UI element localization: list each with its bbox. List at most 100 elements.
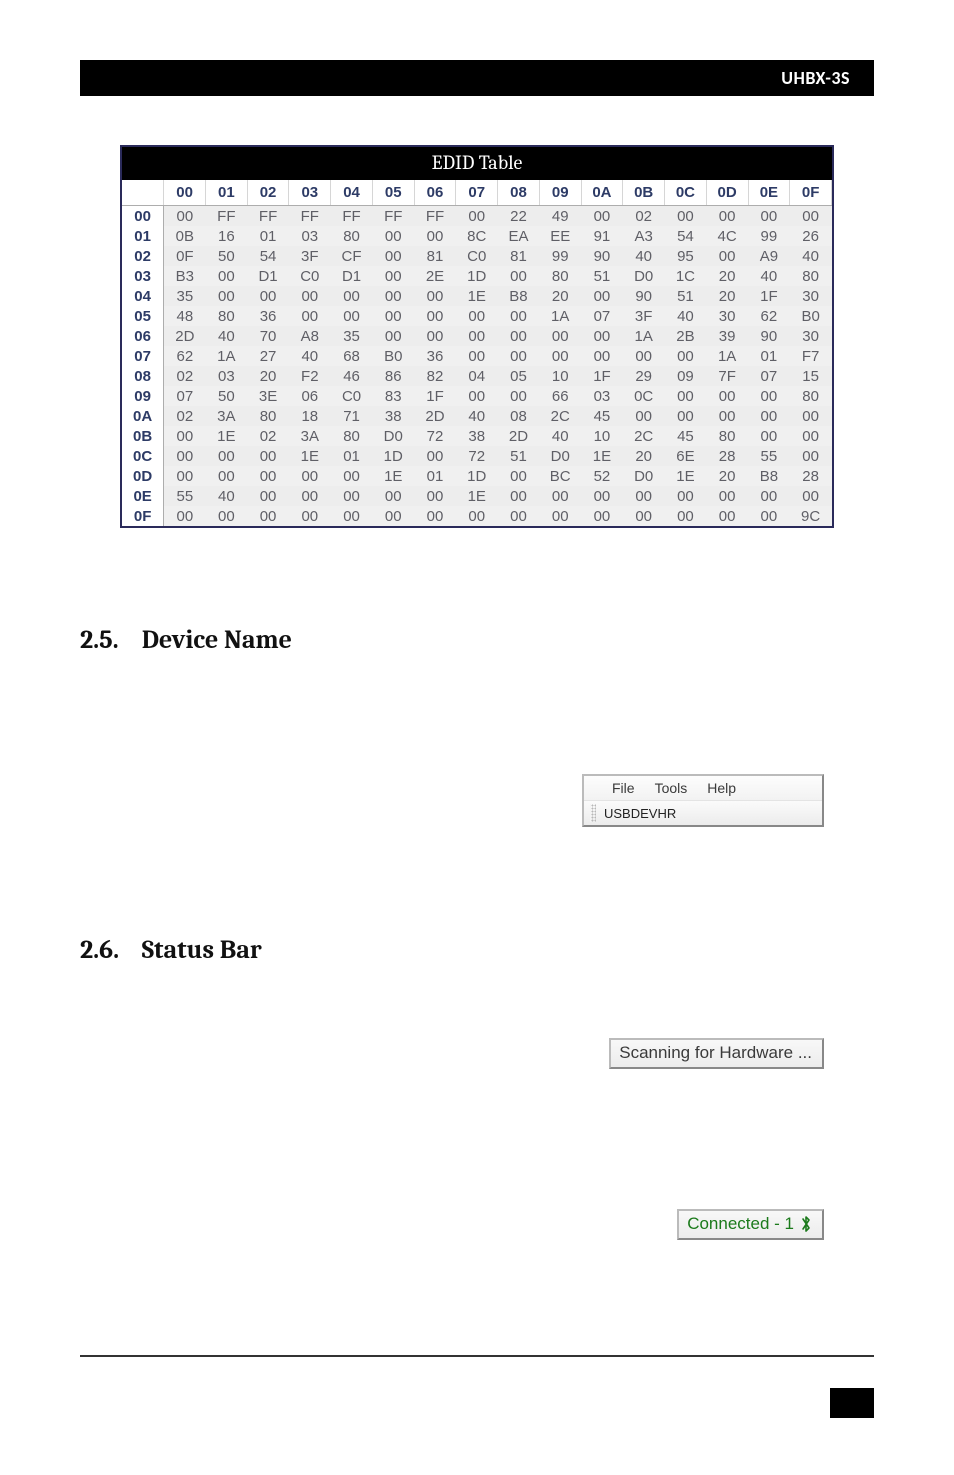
edid-cell: 35 [164, 286, 206, 306]
edid-cell: 16 [205, 226, 247, 246]
edid-cell: 00 [790, 426, 832, 446]
edid-cell: 00 [581, 206, 623, 227]
edid-cell: C0 [331, 386, 373, 406]
edid-cell: 40 [456, 406, 498, 426]
edid-cell: 95 [665, 246, 707, 266]
edid-cell: 0B [164, 226, 206, 246]
edid-col-header: 09 [539, 180, 581, 206]
edid-cell: 68 [331, 346, 373, 366]
menu-help[interactable]: Help [697, 780, 746, 796]
edid-cell: 99 [539, 246, 581, 266]
edid-cell: 00 [706, 406, 748, 426]
edid-cell: 0C [623, 386, 665, 406]
edid-cell: 09 [665, 366, 707, 386]
edid-cell: 51 [581, 266, 623, 286]
edid-row-header: 08 [122, 366, 164, 386]
edid-col-header: 00 [164, 180, 206, 206]
edid-cell: 51 [498, 446, 540, 466]
edid-cell: 62 [164, 346, 206, 366]
edid-cell: 00 [581, 486, 623, 506]
edid-row-header: 06 [122, 326, 164, 346]
edid-cell: 30 [790, 326, 832, 346]
edid-row-header: 05 [122, 306, 164, 326]
edid-cell: F7 [790, 346, 832, 366]
edid-cell: 80 [205, 306, 247, 326]
edid-col-header: 06 [414, 180, 456, 206]
edid-cell: 3A [289, 426, 331, 446]
edid-cell: 1A [205, 346, 247, 366]
edid-cell: 00 [498, 306, 540, 326]
edid-cell: 81 [414, 246, 456, 266]
edid-cell: 99 [748, 226, 790, 246]
edid-cell: 00 [748, 386, 790, 406]
edid-cell: 00 [498, 346, 540, 366]
menu-file[interactable]: File [602, 780, 645, 796]
edid-cell: 00 [790, 486, 832, 506]
menu-tools[interactable]: Tools [645, 780, 698, 796]
edid-cell: 00 [748, 426, 790, 446]
edid-cell: 2D [414, 406, 456, 426]
edid-cell: A8 [289, 326, 331, 346]
edid-cell: 00 [289, 306, 331, 326]
edid-cell: 9C [790, 506, 832, 526]
edid-cell: 81 [498, 246, 540, 266]
edid-cell: 3A [205, 406, 247, 426]
edid-cell: 15 [790, 366, 832, 386]
edid-cell: 05 [498, 366, 540, 386]
edid-col-header: 08 [498, 180, 540, 206]
edid-row-header: 0B [122, 426, 164, 446]
status-bar-scanning: Scanning for Hardware ... [609, 1038, 824, 1069]
table-row: 010B1601038000008CEAEE91A3544C9926 [122, 226, 832, 246]
edid-cell: 00 [247, 446, 289, 466]
edid-cell: 80 [539, 266, 581, 286]
edid-cell: 00 [665, 486, 707, 506]
edid-cell: 20 [539, 286, 581, 306]
edid-cell: 30 [790, 286, 832, 306]
edid-cell: 00 [289, 506, 331, 526]
edid-cell: 00 [539, 486, 581, 506]
table-row: 0D00000000001E011D00BC52D01E20B828 [122, 466, 832, 486]
edid-cell: 20 [247, 366, 289, 386]
edid-cell: 48 [164, 306, 206, 326]
edid-cell: 0F [164, 246, 206, 266]
edid-cell: 4C [706, 226, 748, 246]
edid-cell: 00 [706, 486, 748, 506]
edid-cell: 55 [164, 486, 206, 506]
edid-cell: 00 [456, 506, 498, 526]
table-row: 04350000000000001EB820009051201F30 [122, 286, 832, 306]
edid-cell: 00 [665, 406, 707, 426]
edid-cell: CF [331, 246, 373, 266]
edid-cell: 04 [456, 366, 498, 386]
edid-cell: 00 [665, 506, 707, 526]
edid-cell: 45 [581, 406, 623, 426]
edid-cell: 07 [164, 386, 206, 406]
edid-cell: 00 [331, 306, 373, 326]
edid-cell: 06 [289, 386, 331, 406]
edid-cell: 90 [581, 246, 623, 266]
edid-cell: 36 [414, 346, 456, 366]
edid-cell: 03 [581, 386, 623, 406]
edid-cell: 00 [372, 326, 414, 346]
edid-cell: 00 [748, 486, 790, 506]
edid-cell: 1F [581, 366, 623, 386]
edid-cell: 2D [164, 326, 206, 346]
edid-cell: 00 [706, 246, 748, 266]
edid-cell: 1E [581, 446, 623, 466]
footer-page-block [830, 1388, 874, 1418]
edid-cell: C0 [289, 266, 331, 286]
edid-cell: 80 [247, 406, 289, 426]
edid-cell: 2D [498, 426, 540, 446]
table-row: 08020320F24686820405101F29097F0715 [122, 366, 832, 386]
edid-cell: 28 [790, 466, 832, 486]
edid-cell: A9 [748, 246, 790, 266]
edid-cell: 1C [665, 266, 707, 286]
edid-cell: 45 [665, 426, 707, 446]
edid-cell: 3F [289, 246, 331, 266]
edid-cell: 1A [539, 306, 581, 326]
edid-cell: BC [539, 466, 581, 486]
edid-cell: 1F [748, 286, 790, 306]
edid-cell: 90 [623, 286, 665, 306]
table-row: 062D4070A8350000000000001A2B399030 [122, 326, 832, 346]
edid-cell: 00 [498, 486, 540, 506]
edid-cell: 50 [205, 246, 247, 266]
